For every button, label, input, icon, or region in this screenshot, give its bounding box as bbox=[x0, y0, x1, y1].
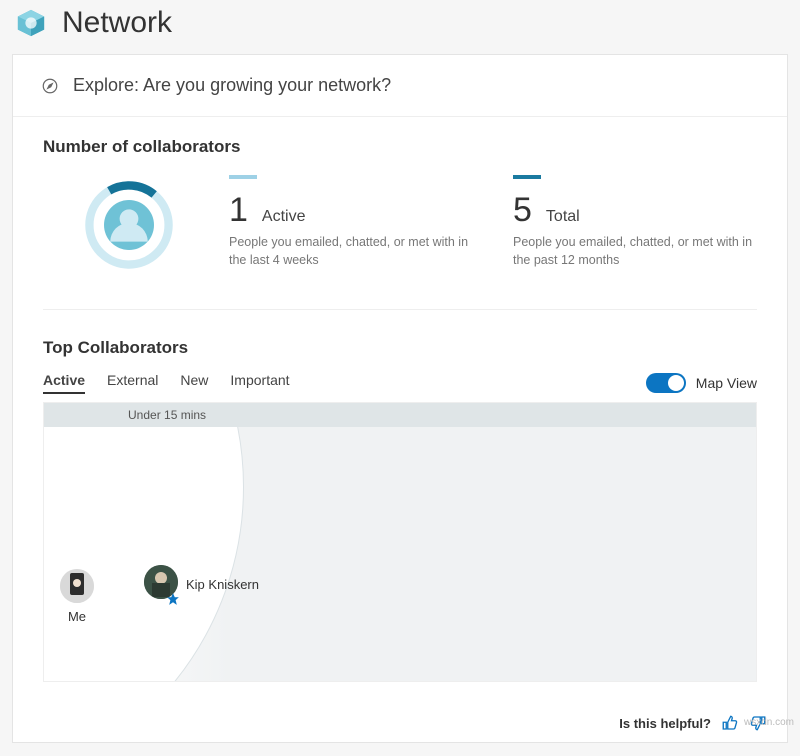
map-node-me[interactable]: Me bbox=[60, 569, 94, 624]
collaborator-name: Kip Kniskern bbox=[186, 577, 259, 592]
tab-new[interactable]: New bbox=[180, 372, 208, 394]
active-label: Active bbox=[262, 208, 306, 226]
tab-active[interactable]: Active bbox=[43, 372, 85, 394]
map-node-collaborator[interactable]: Kip Kniskern bbox=[144, 565, 259, 604]
collaborator-map-panel: Under 15 mins Me bbox=[43, 402, 757, 682]
total-count: 5 bbox=[513, 191, 532, 230]
main-card: Explore: Are you growing your network? N… bbox=[12, 54, 788, 743]
total-label: Total bbox=[546, 208, 580, 226]
tc-tabs: Active External New Important bbox=[43, 372, 290, 394]
explore-prompt: Explore: Are you growing your network? bbox=[73, 75, 391, 96]
total-stat-bar-icon bbox=[513, 175, 541, 179]
active-collaborators-stat: 1 Active People you emailed, chatted, or… bbox=[229, 175, 473, 269]
map-band-label: Under 15 mins bbox=[44, 403, 756, 427]
active-count: 1 bbox=[229, 191, 248, 230]
active-description: People you emailed, chatted, or met with… bbox=[229, 234, 473, 269]
top-collaborators-section: Top Collaborators Active External New Im… bbox=[13, 338, 787, 702]
total-collaborators-stat: 5 Total People you emailed, chatted, or … bbox=[513, 175, 757, 269]
tab-external[interactable]: External bbox=[107, 372, 158, 394]
total-description: People you emailed, chatted, or met with… bbox=[513, 234, 757, 269]
map-view-toggle[interactable] bbox=[646, 373, 686, 393]
attribution-watermark: wsxdn.com bbox=[744, 717, 794, 728]
thumbs-up-icon[interactable] bbox=[721, 714, 739, 732]
collaborator-donut-chart bbox=[79, 175, 189, 285]
map-arc-divider bbox=[44, 427, 244, 681]
map-node-me-label: Me bbox=[68, 609, 86, 624]
page-title: Network bbox=[62, 6, 172, 40]
feedback-prompt: Is this helpful? bbox=[619, 716, 711, 731]
top-collaborators-title: Top Collaborators bbox=[43, 338, 757, 358]
network-logo-icon bbox=[16, 8, 46, 38]
tab-important[interactable]: Important bbox=[230, 372, 289, 394]
compass-icon bbox=[41, 77, 59, 95]
feedback-row: Is this helpful? bbox=[13, 702, 787, 742]
avatar-me bbox=[60, 569, 94, 603]
active-stat-bar-icon bbox=[229, 175, 257, 179]
map-view-label: Map View bbox=[696, 375, 757, 391]
explore-row[interactable]: Explore: Are you growing your network? bbox=[13, 55, 787, 117]
star-icon bbox=[166, 592, 180, 606]
collaborators-section-title: Number of collaborators bbox=[43, 137, 757, 157]
collaborator-stats-section: Number of collaborators 1 Active People … bbox=[13, 117, 787, 338]
